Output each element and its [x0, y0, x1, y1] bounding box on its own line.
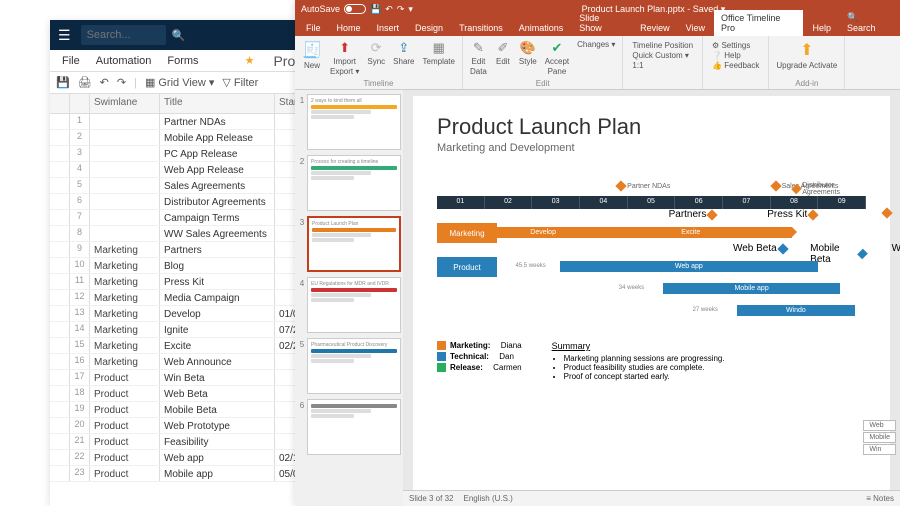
thumbnail-3[interactable]: 3Product Launch Plan	[297, 216, 401, 272]
edit-data-button[interactable]: ✎EditData	[468, 39, 489, 77]
upgrade-button[interactable]: ⬆Upgrade Activate	[774, 39, 839, 71]
new-button[interactable]: 🧾New	[300, 39, 324, 77]
save-icon[interactable]: 💾	[370, 4, 381, 15]
tab-view[interactable]: View	[679, 20, 712, 36]
thumbnail-6[interactable]: 6	[297, 399, 401, 455]
import-button[interactable]: ⬆ImportExport ▾	[328, 39, 361, 77]
menu-forms[interactable]: Forms	[159, 55, 206, 67]
grid-view-button[interactable]: ▦ Grid View ▾	[145, 76, 214, 89]
share-button[interactable]: ⇪Share	[391, 39, 416, 77]
slide-pane: Product Launch Plan Marketing and Develo…	[403, 90, 900, 506]
search-tab[interactable]: 🔍 Search	[840, 9, 896, 36]
changes-button[interactable]: Changes ▾	[575, 39, 617, 77]
settings-link[interactable]: ⚙ Settings	[712, 41, 759, 50]
tab-help[interactable]: Help	[805, 20, 838, 36]
timeline: Partner NDAs Sales Agreements Distributo…	[437, 182, 866, 321]
timeline-months: 010203040506070809	[437, 196, 866, 209]
feedback-link[interactable]: 👍 Feedback	[712, 61, 759, 70]
print-icon[interactable]: 🖨	[78, 76, 92, 89]
tab-file[interactable]: File	[299, 20, 328, 36]
tab-transitions[interactable]: Transitions	[452, 20, 510, 36]
slide-counter: Slide 3 of 32	[409, 494, 453, 503]
hamburger-icon[interactable]: ☰	[58, 27, 71, 44]
menu-file[interactable]: File	[54, 55, 88, 67]
sync-button[interactable]: ⟳Sync	[365, 39, 387, 77]
status-bar: Slide 3 of 32 English (U.S.) ≡ Notes	[403, 490, 900, 506]
filter-button[interactable]: ▽ Filter	[222, 76, 258, 89]
lane-product: Product	[437, 257, 497, 277]
powerpoint-window: AutoSave 💾 ↶↷▾ Product Launch Plan.pptx …	[295, 0, 900, 506]
ribbon: 🧾New ⬆ImportExport ▾ ⟳Sync ⇪Share ▦Templ…	[295, 36, 900, 90]
slide-subtitle: Marketing and Development	[437, 142, 866, 154]
slide-canvas[interactable]: Product Launch Plan Marketing and Develo…	[413, 96, 890, 490]
star-icon[interactable]: ★	[237, 54, 263, 67]
ribbon-group-addin: ⬆Upgrade Activate Add-in	[769, 36, 845, 89]
tab-office-timeline-pro[interactable]: Office Timeline Pro	[714, 10, 804, 36]
accept-button[interactable]: ✔AcceptPane	[543, 39, 571, 77]
tab-insert[interactable]: Insert	[370, 20, 407, 36]
ribbon-tabs: FileHomeInsertDesignTransitionsAnimation…	[295, 18, 900, 36]
thumbnail-5[interactable]: 5Pharmaceutical Product Discovery	[297, 338, 401, 394]
ribbon-group-position: Timeline Position Quick Custom ▾ 1:1	[623, 36, 703, 89]
thumbnail-2[interactable]: 2Process for creating a timeline	[297, 155, 401, 211]
search-input[interactable]	[81, 25, 166, 45]
ribbon-group-edit: ✎EditData ✐Edit 🎨Style ✔AcceptPane Chang…	[463, 36, 623, 89]
tab-slide-show[interactable]: Slide Show	[572, 10, 631, 36]
edit-timeline-button[interactable]: ✐Edit	[493, 39, 513, 77]
redo-icon[interactable]: ↷	[117, 76, 126, 89]
help-link[interactable]: ❔ Help	[712, 51, 759, 60]
template-button[interactable]: ▦Template	[421, 39, 457, 77]
legend: Marketing: Diana Technical: Dan Release:…	[437, 341, 866, 381]
tab-animations[interactable]: Animations	[512, 20, 571, 36]
col-swimlane[interactable]: Swimlane	[90, 94, 160, 113]
tab-design[interactable]: Design	[408, 20, 450, 36]
search-icon[interactable]: 🔍	[172, 29, 186, 42]
autosave-toggle[interactable]: AutoSave 💾 ↶↷▾	[301, 4, 413, 15]
slide-title: Product Launch Plan	[437, 114, 866, 140]
col-title[interactable]: Title	[160, 94, 275, 113]
thumbnail-4[interactable]: 4EU Regulations for MDR and IVDR	[297, 277, 401, 333]
menu-automation[interactable]: Automation	[88, 55, 160, 67]
save-icon[interactable]: 💾	[56, 76, 70, 89]
tab-home[interactable]: Home	[330, 20, 368, 36]
ribbon-group-help: ⚙ Settings ❔ Help 👍 Feedback	[703, 36, 769, 89]
tab-review[interactable]: Review	[633, 20, 677, 36]
undo-icon[interactable]: ↶	[100, 76, 109, 89]
lane-marketing: Marketing	[437, 223, 497, 243]
notes-button[interactable]: ≡ Notes	[866, 494, 894, 503]
ribbon-group-timeline: 🧾New ⬆ImportExport ▾ ⟳Sync ⇪Share ▦Templ…	[295, 36, 463, 89]
style-button[interactable]: 🎨Style	[517, 39, 539, 77]
slide-thumbnails[interactable]: 12 ways to kind them all2Process for cre…	[295, 90, 403, 506]
thumbnail-1[interactable]: 12 ways to kind them all	[297, 94, 401, 150]
